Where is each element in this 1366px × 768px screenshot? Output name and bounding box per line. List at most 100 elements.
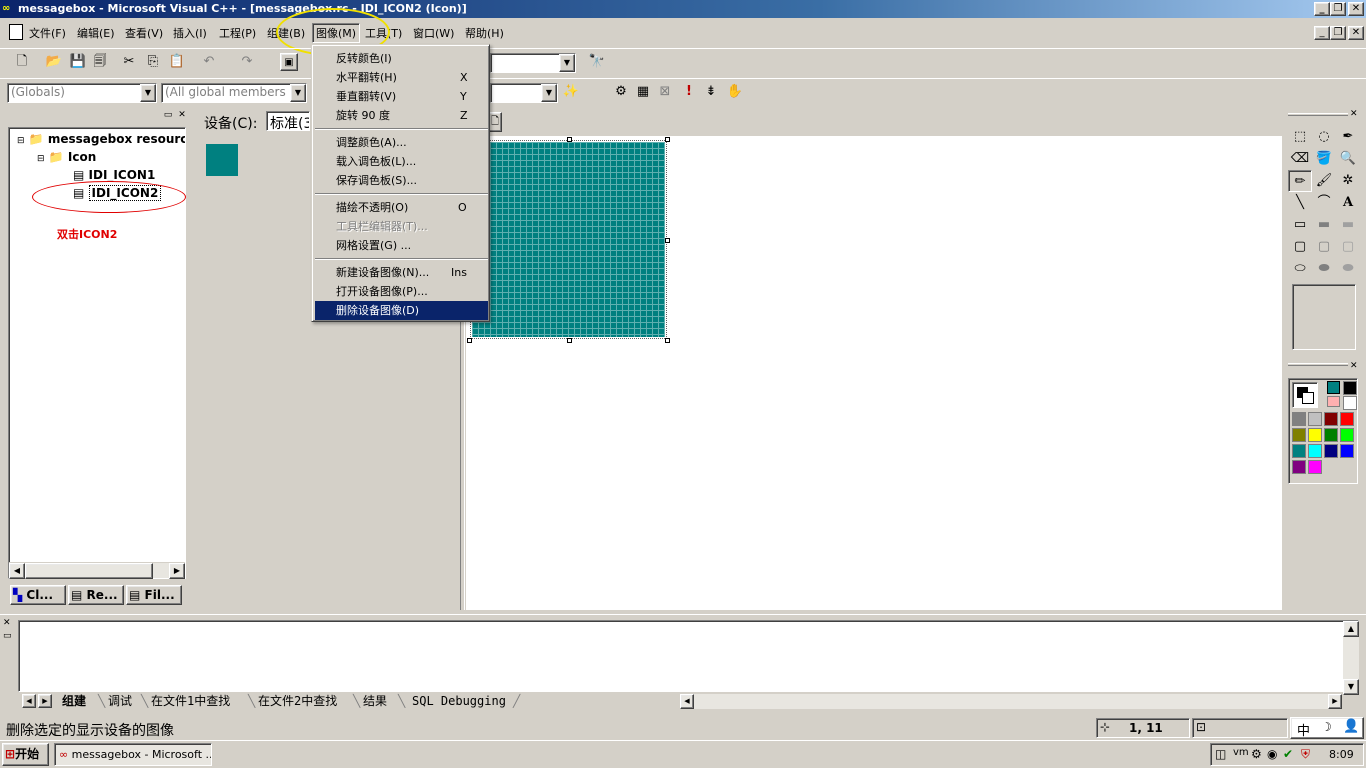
tab-sql-debugging[interactable]: SQL Debugging bbox=[412, 693, 506, 709]
build-icon[interactable]: ▦ bbox=[634, 83, 652, 101]
scroll-left-icon[interactable]: ◀ bbox=[9, 563, 25, 579]
menu-item-save-palette[interactable]: 保存调色板(S)... bbox=[315, 171, 488, 190]
close-button[interactable]: ✕ bbox=[1348, 2, 1364, 16]
tab-build[interactable]: 组建 bbox=[62, 693, 86, 709]
output-close-icon[interactable]: ✕ bbox=[3, 618, 11, 628]
solid-round-rect-icon[interactable]: ▢ bbox=[1336, 236, 1360, 258]
tree-root[interactable]: ⊟ 📁 messagebox resources bbox=[17, 132, 185, 146]
color-swatch[interactable] bbox=[1308, 412, 1322, 426]
menu-item-new-device-image[interactable]: 新建设备图像(N)... Ins bbox=[315, 263, 488, 282]
inverse-color-swatch[interactable] bbox=[1327, 396, 1340, 407]
solid-ellipse-icon[interactable]: ⬬ bbox=[1336, 258, 1360, 280]
find-in-files-icon[interactable]: 🔭 bbox=[588, 53, 606, 71]
chevron-down-icon[interactable]: ▼ bbox=[140, 84, 156, 102]
menu-file[interactable]: 文件(F) bbox=[29, 25, 66, 41]
scroll-down-icon[interactable]: ▼ bbox=[1343, 679, 1359, 695]
menu-view[interactable]: 查看(V) bbox=[125, 25, 163, 41]
wizard-icon[interactable]: ✨ bbox=[562, 83, 580, 101]
color-swatch[interactable] bbox=[1292, 444, 1306, 458]
paste-icon[interactable]: 📋 bbox=[168, 53, 186, 71]
breakpoint-hand-icon[interactable]: ✋ bbox=[726, 83, 744, 101]
color-swatch[interactable] bbox=[1308, 444, 1322, 458]
lasso-select-icon[interactable]: ◌ bbox=[1312, 126, 1336, 148]
restore-button[interactable]: ❐ bbox=[1330, 2, 1346, 16]
graphics-close-icon[interactable]: ✕ bbox=[1350, 109, 1362, 120]
stop-build-icon[interactable]: ⊠ bbox=[656, 83, 674, 101]
color-swatch[interactable] bbox=[1308, 460, 1322, 474]
color-swatch[interactable] bbox=[1324, 428, 1338, 442]
functions-combo[interactable]: ▼ bbox=[490, 83, 558, 103]
find-combo[interactable]: ▼ bbox=[490, 53, 576, 73]
current-colors[interactable] bbox=[1292, 382, 1318, 408]
pencil-icon[interactable]: ✏ bbox=[1288, 170, 1312, 192]
panel-maximize-icon[interactable]: ▭ bbox=[162, 110, 174, 121]
solid-rectangle-icon[interactable]: ▬ bbox=[1336, 214, 1360, 236]
menu-item-grid-settings[interactable]: 网格设置(G) ... bbox=[315, 236, 488, 255]
scroll-thumb[interactable] bbox=[25, 563, 153, 579]
filled-rectangle-icon[interactable]: ▬ bbox=[1312, 214, 1336, 236]
copy-icon[interactable]: ⎘ bbox=[144, 53, 162, 71]
ellipse-icon[interactable]: ⬭ bbox=[1288, 258, 1312, 280]
menu-item-invert-colors[interactable]: 反转颜色(I) bbox=[315, 49, 488, 68]
tab-scroll-right-icon[interactable]: ▶ bbox=[38, 694, 52, 708]
workspace-icon[interactable]: ▣ bbox=[280, 53, 298, 71]
open-icon[interactable]: 📂 bbox=[45, 53, 63, 71]
chevron-down-icon[interactable]: ▼ bbox=[290, 84, 306, 102]
ime-bar[interactable]: 中 ☽ 👤 bbox=[1290, 717, 1364, 739]
globals-combo[interactable]: (Globals) ▼ bbox=[7, 83, 157, 103]
rect-select-icon[interactable]: ⬚ bbox=[1288, 126, 1312, 148]
color-swatch[interactable] bbox=[1340, 428, 1354, 442]
pixel-grid[interactable] bbox=[472, 142, 665, 337]
members-combo[interactable]: (All global members ▼ bbox=[161, 83, 307, 103]
tab-resourceview[interactable]: ▤ Re... bbox=[68, 585, 124, 605]
fill-icon[interactable]: 🪣 bbox=[1312, 148, 1336, 170]
tray-app-icon[interactable]: ◫ bbox=[1215, 747, 1226, 761]
ime-mode[interactable]: 中 bbox=[1297, 720, 1310, 739]
undo-icon[interactable]: ↶ bbox=[200, 53, 218, 71]
color-swatch[interactable] bbox=[1340, 444, 1354, 458]
resize-handle[interactable] bbox=[567, 338, 572, 343]
menu-edit[interactable]: 编辑(E) bbox=[77, 25, 115, 41]
resize-handle[interactable] bbox=[665, 338, 670, 343]
colors-close-icon[interactable]: ✕ bbox=[1350, 361, 1362, 372]
execute-icon[interactable]: ! bbox=[680, 83, 698, 101]
menu-item-open-device-image[interactable]: 打开设备图像(P)... bbox=[315, 282, 488, 301]
doc-restore-button[interactable]: ❐ bbox=[1330, 26, 1346, 40]
menu-insert[interactable]: 插入(I) bbox=[173, 25, 207, 41]
go-icon[interactable]: ⇟ bbox=[702, 83, 720, 101]
filled-round-rect-icon[interactable]: ▢ bbox=[1312, 236, 1336, 258]
horizontal-scrollbar[interactable]: ◀ ▶ bbox=[9, 562, 185, 579]
app-icon[interactable]: ∞ bbox=[2, 3, 14, 15]
color-swatch[interactable] bbox=[1324, 412, 1338, 426]
menu-item-flip-vertical[interactable]: 垂直翻转(V) Y bbox=[315, 87, 488, 106]
vmware-icon[interactable]: vm bbox=[1233, 747, 1249, 758]
output-vscrollbar[interactable]: ▲ ▼ bbox=[1343, 621, 1359, 695]
menu-item-flip-horizontal[interactable]: 水平翻转(H) X bbox=[315, 68, 488, 87]
task-button[interactable]: ∞ messagebox - Microsoft ... bbox=[54, 743, 212, 766]
tray-network-icon[interactable]: ⚙ bbox=[1251, 747, 1262, 761]
color-swatch[interactable] bbox=[1343, 381, 1357, 395]
tab-find2[interactable]: 在文件2中查找 bbox=[258, 693, 337, 709]
menu-help[interactable]: 帮助(H) bbox=[465, 25, 504, 41]
menu-item-draw-opaque[interactable]: 描绘不透明(O) O bbox=[315, 198, 488, 217]
user-icon[interactable]: 👤 bbox=[1343, 719, 1359, 734]
tree-item-icon1[interactable]: ▤ IDI_ICON1 bbox=[73, 168, 155, 182]
output-maximize-icon[interactable]: ▭ bbox=[3, 631, 12, 641]
brush-icon[interactable]: 🖌 bbox=[1312, 170, 1336, 192]
color-swatch[interactable] bbox=[1292, 460, 1306, 474]
resize-handle[interactable] bbox=[665, 238, 670, 243]
menu-item-rotate-90[interactable]: 旋转 90 度Z bbox=[315, 106, 488, 125]
color-swatch[interactable] bbox=[1292, 412, 1306, 426]
scroll-up-icon[interactable]: ▲ bbox=[1343, 621, 1359, 637]
tray-volume-icon[interactable]: ◉ bbox=[1267, 747, 1277, 761]
tray-security-icon[interactable]: ✔ bbox=[1283, 747, 1293, 761]
document-icon[interactable] bbox=[9, 24, 23, 40]
save-all-icon[interactable]: 🗐 bbox=[91, 53, 109, 71]
menu-window[interactable]: 窗口(W) bbox=[413, 25, 454, 41]
color-swatch[interactable] bbox=[1292, 428, 1306, 442]
cut-icon[interactable]: ✂ bbox=[120, 53, 138, 71]
magnify-icon[interactable]: 🔍 bbox=[1336, 148, 1360, 170]
tab-fileview[interactable]: ▤ Fil... bbox=[126, 585, 182, 605]
color-swatch[interactable] bbox=[1343, 396, 1357, 410]
eraser-icon[interactable]: ⌫ bbox=[1288, 148, 1312, 170]
